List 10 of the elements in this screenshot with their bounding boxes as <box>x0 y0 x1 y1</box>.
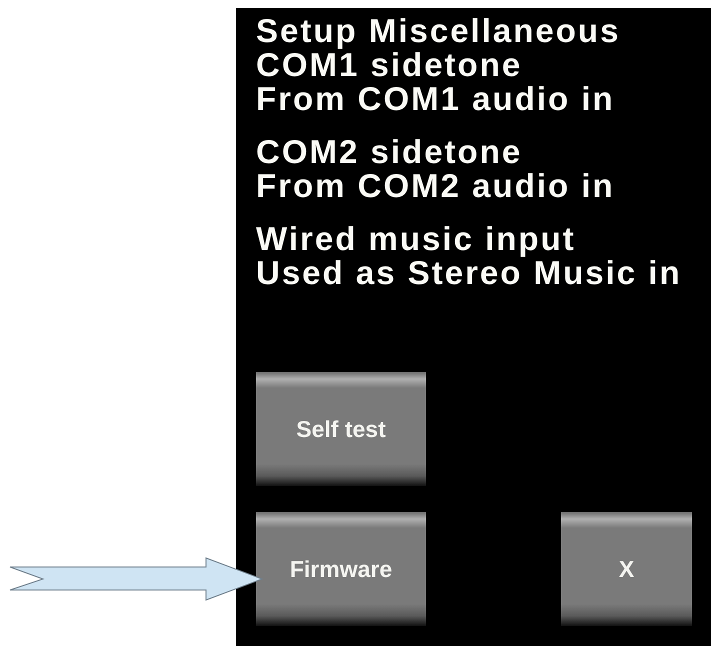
setting-value: From COM2 audio in <box>256 169 615 203</box>
setting-label[interactable]: COM1 sidetone <box>256 48 522 82</box>
panel-button[interactable]: X <box>561 512 692 626</box>
panel-button[interactable]: Self test <box>256 372 426 486</box>
panel-button[interactable]: Firmware <box>256 512 426 626</box>
setting-label[interactable]: Wired music input <box>256 222 576 256</box>
setting-value: Used as Stereo Music in <box>256 256 682 290</box>
setting-value: From COM1 audio in <box>256 82 615 116</box>
setting-label[interactable]: COM2 sidetone <box>256 135 522 169</box>
screen-title: Setup Miscellaneous <box>256 14 620 48</box>
